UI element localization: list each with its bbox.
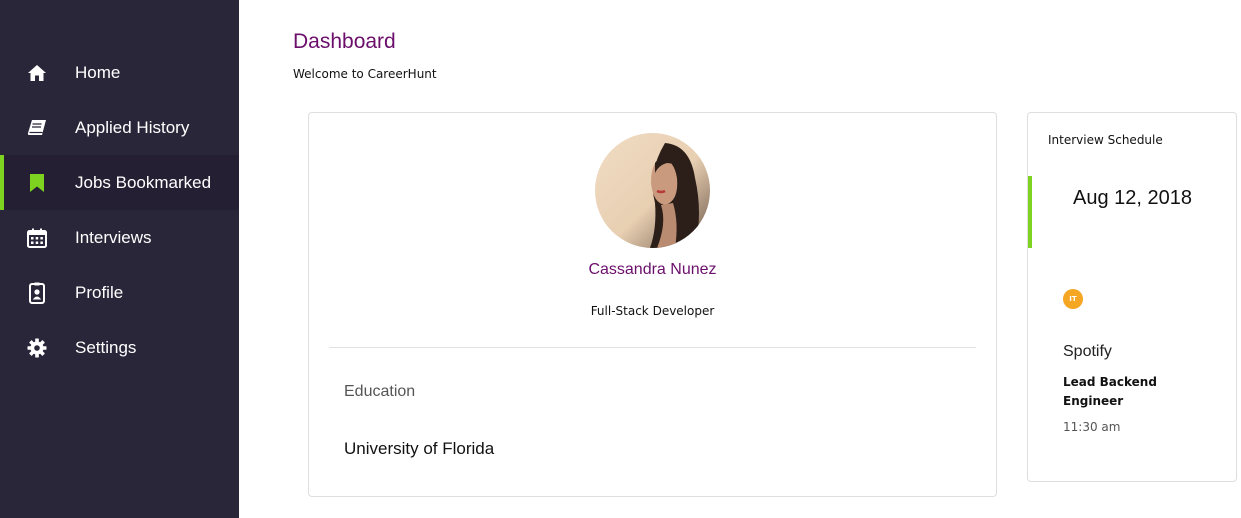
date-accent-bar <box>1028 176 1032 248</box>
interview-schedule-card: Interview Schedule Aug 12, 2018 IT Spoti… <box>1027 112 1237 482</box>
sidebar-item-home[interactable]: Home <box>0 45 239 100</box>
sidebar-item-applied-history[interactable]: Applied History <box>0 100 239 155</box>
interview-date: Aug 12, 2018 <box>1073 187 1192 209</box>
book-icon <box>26 117 48 139</box>
department-badge: IT <box>1063 289 1083 309</box>
bookmark-icon <box>26 172 48 194</box>
sidebar-item-label: Interviews <box>75 228 152 247</box>
gear-icon <box>26 337 48 359</box>
sidebar-item-settings[interactable]: Settings <box>0 320 239 375</box>
profile-name[interactable]: Cassandra Nunez <box>309 261 996 279</box>
sidebar: Home Applied History Jobs Bookmarked Int… <box>0 0 239 518</box>
app-root: Home Applied History Jobs Bookmarked Int… <box>0 0 1241 518</box>
education-school: University of Florida <box>344 439 495 458</box>
education-heading: Education <box>344 383 416 400</box>
profile-card: Cassandra Nunez Full-Stack Developer Edu… <box>308 112 997 497</box>
sidebar-item-label: Profile <box>75 283 124 302</box>
id-badge-icon <box>26 282 48 304</box>
calendar-icon <box>26 227 48 249</box>
job-title: Lead Backend Engineer <box>1063 375 1157 408</box>
sidebar-item-interviews[interactable]: Interviews <box>0 210 239 265</box>
page-title: Dashboard <box>293 30 396 53</box>
company-name[interactable]: Spotify <box>1063 343 1112 361</box>
sidebar-item-label: Jobs Bookmarked <box>75 173 212 192</box>
interview-time: 11:30 am <box>1063 420 1121 434</box>
sidebar-item-label: Applied History <box>75 118 190 137</box>
sidebar-item-label: Home <box>75 63 121 82</box>
profile-role: Full-Stack Developer <box>590 304 715 318</box>
avatar[interactable] <box>595 133 710 248</box>
sidebar-item-jobs-bookmarked[interactable]: Jobs Bookmarked <box>0 155 239 210</box>
divider <box>329 347 976 348</box>
home-icon <box>26 62 48 84</box>
sidebar-item-label: Settings <box>75 338 137 357</box>
interview-schedule-title: Interview Schedule <box>1048 133 1163 147</box>
page-subtitle: Welcome to CareerHunt <box>293 67 437 81</box>
sidebar-item-profile[interactable]: Profile <box>0 265 239 320</box>
